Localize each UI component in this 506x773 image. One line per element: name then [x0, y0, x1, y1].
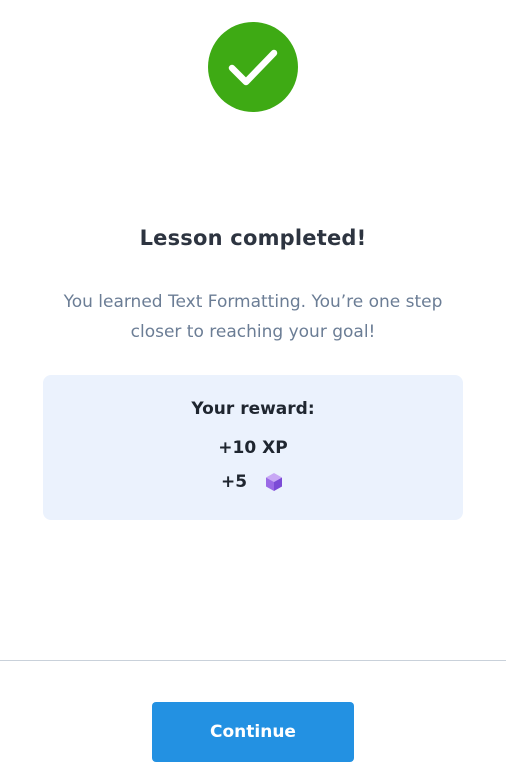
reward-card: Your reward: +10 XP +5 — [43, 375, 463, 520]
reward-xp: +10 XP — [218, 438, 288, 458]
continue-button[interactable]: Continue — [152, 702, 354, 762]
page-title: Lesson completed! — [139, 226, 367, 250]
reward-bits-amount: +5 — [220, 472, 248, 492]
completion-message: You learned Text Formatting. You’re one … — [63, 292, 443, 342]
reward-bits: +5 — [43, 471, 463, 493]
lesson-complete-screen: Lesson completed! You learned Text Forma… — [0, 0, 506, 773]
success-check-icon — [208, 22, 298, 112]
footer-divider — [0, 660, 506, 661]
purple-cube-icon — [263, 471, 285, 493]
reward-heading: Your reward: — [191, 399, 315, 419]
